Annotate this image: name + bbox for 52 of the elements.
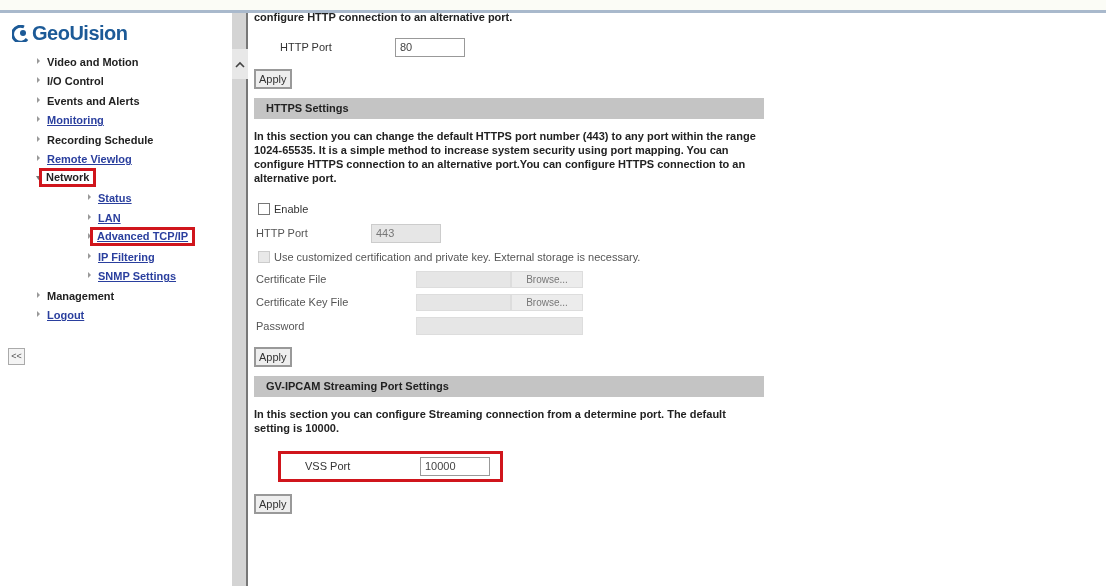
caret-right-icon <box>36 155 41 162</box>
apply-button[interactable]: Apply <box>254 494 292 514</box>
section-header: HTTPS Settings <box>254 98 764 119</box>
caret-right-icon <box>87 272 92 279</box>
checkbox-label: Enable <box>274 202 309 217</box>
scrollbar[interactable] <box>232 13 248 586</box>
nav-link[interactable]: LAN <box>98 211 121 224</box>
nav-link[interactable]: SNMP Settings <box>98 270 177 283</box>
checkbox-label: Use customized certification and private key. External storage is necessary. <box>274 249 641 265</box>
nav-link[interactable]: IP Filtering <box>98 250 155 263</box>
caret-right-icon <box>36 291 41 298</box>
field-label: HTTP Port <box>256 225 309 241</box>
field-label: Certificate Key File <box>256 295 350 311</box>
nav-link[interactable]: Monitoring <box>47 114 104 127</box>
caret-right-icon <box>36 96 41 103</box>
nav-item[interactable]: Events and Alerts <box>47 94 140 107</box>
nav-item[interactable]: Recording Schedule <box>47 133 154 146</box>
nav-item[interactable]: Management <box>47 289 115 302</box>
collapse-button[interactable]: << <box>8 348 25 365</box>
nav-link[interactable]: Status <box>98 192 132 205</box>
field-label: Certificate File <box>256 272 328 288</box>
port-field[interactable]: 80 <box>395 38 465 57</box>
caret-right-icon <box>87 213 92 220</box>
apply-button[interactable]: Apply <box>254 347 292 367</box>
nav-link[interactable]: Advanced TCP/IP <box>97 229 189 243</box>
logo-icon <box>12 24 30 42</box>
section-description: In this section you can change the default HTTPS port number (443) to any port within the range 1024-65535. It is a simple method to increase system security using port mapping. You can configure HTTPS connection to an alternative port.You can configure HTTPS connection to an alternative port. <box>254 129 757 185</box>
caret-right-icon <box>87 194 92 201</box>
caret-right-icon <box>36 77 41 84</box>
section-header: GV-IPCAM Streaming Port Settings <box>254 376 764 397</box>
nav-link[interactable]: Logout <box>47 309 85 322</box>
field-label: HTTP Port <box>280 40 333 56</box>
field-label: Password <box>256 318 306 334</box>
caret-right-icon <box>87 252 92 259</box>
nav-item[interactable]: I/O Control <box>47 75 104 88</box>
nav-link[interactable]: Remote Viewlog <box>47 153 132 166</box>
apply-button[interactable]: Apply <box>254 69 292 89</box>
nav-item[interactable]: Network <box>46 171 90 185</box>
section-description: In this section you can configure Streaming connection from a determine port. The default setting is 10000. <box>254 407 727 435</box>
caret-right-icon <box>36 57 41 64</box>
caret-down-icon <box>36 174 41 181</box>
caret-right-icon <box>87 233 92 240</box>
nav-item[interactable]: Video and Motion <box>47 55 139 68</box>
port-field[interactable]: 10000 <box>420 457 490 476</box>
field-label: VSS Port <box>305 459 352 475</box>
section-description: configure HTTP connection to an alternative port. <box>254 10 514 24</box>
scroll-up-icon[interactable] <box>232 49 248 79</box>
caret-right-icon <box>36 116 41 123</box>
caret-right-icon <box>36 135 41 142</box>
logo-text: GeoUision <box>32 21 128 46</box>
caret-right-icon <box>36 311 41 318</box>
checkbox[interactable] <box>258 203 270 216</box>
